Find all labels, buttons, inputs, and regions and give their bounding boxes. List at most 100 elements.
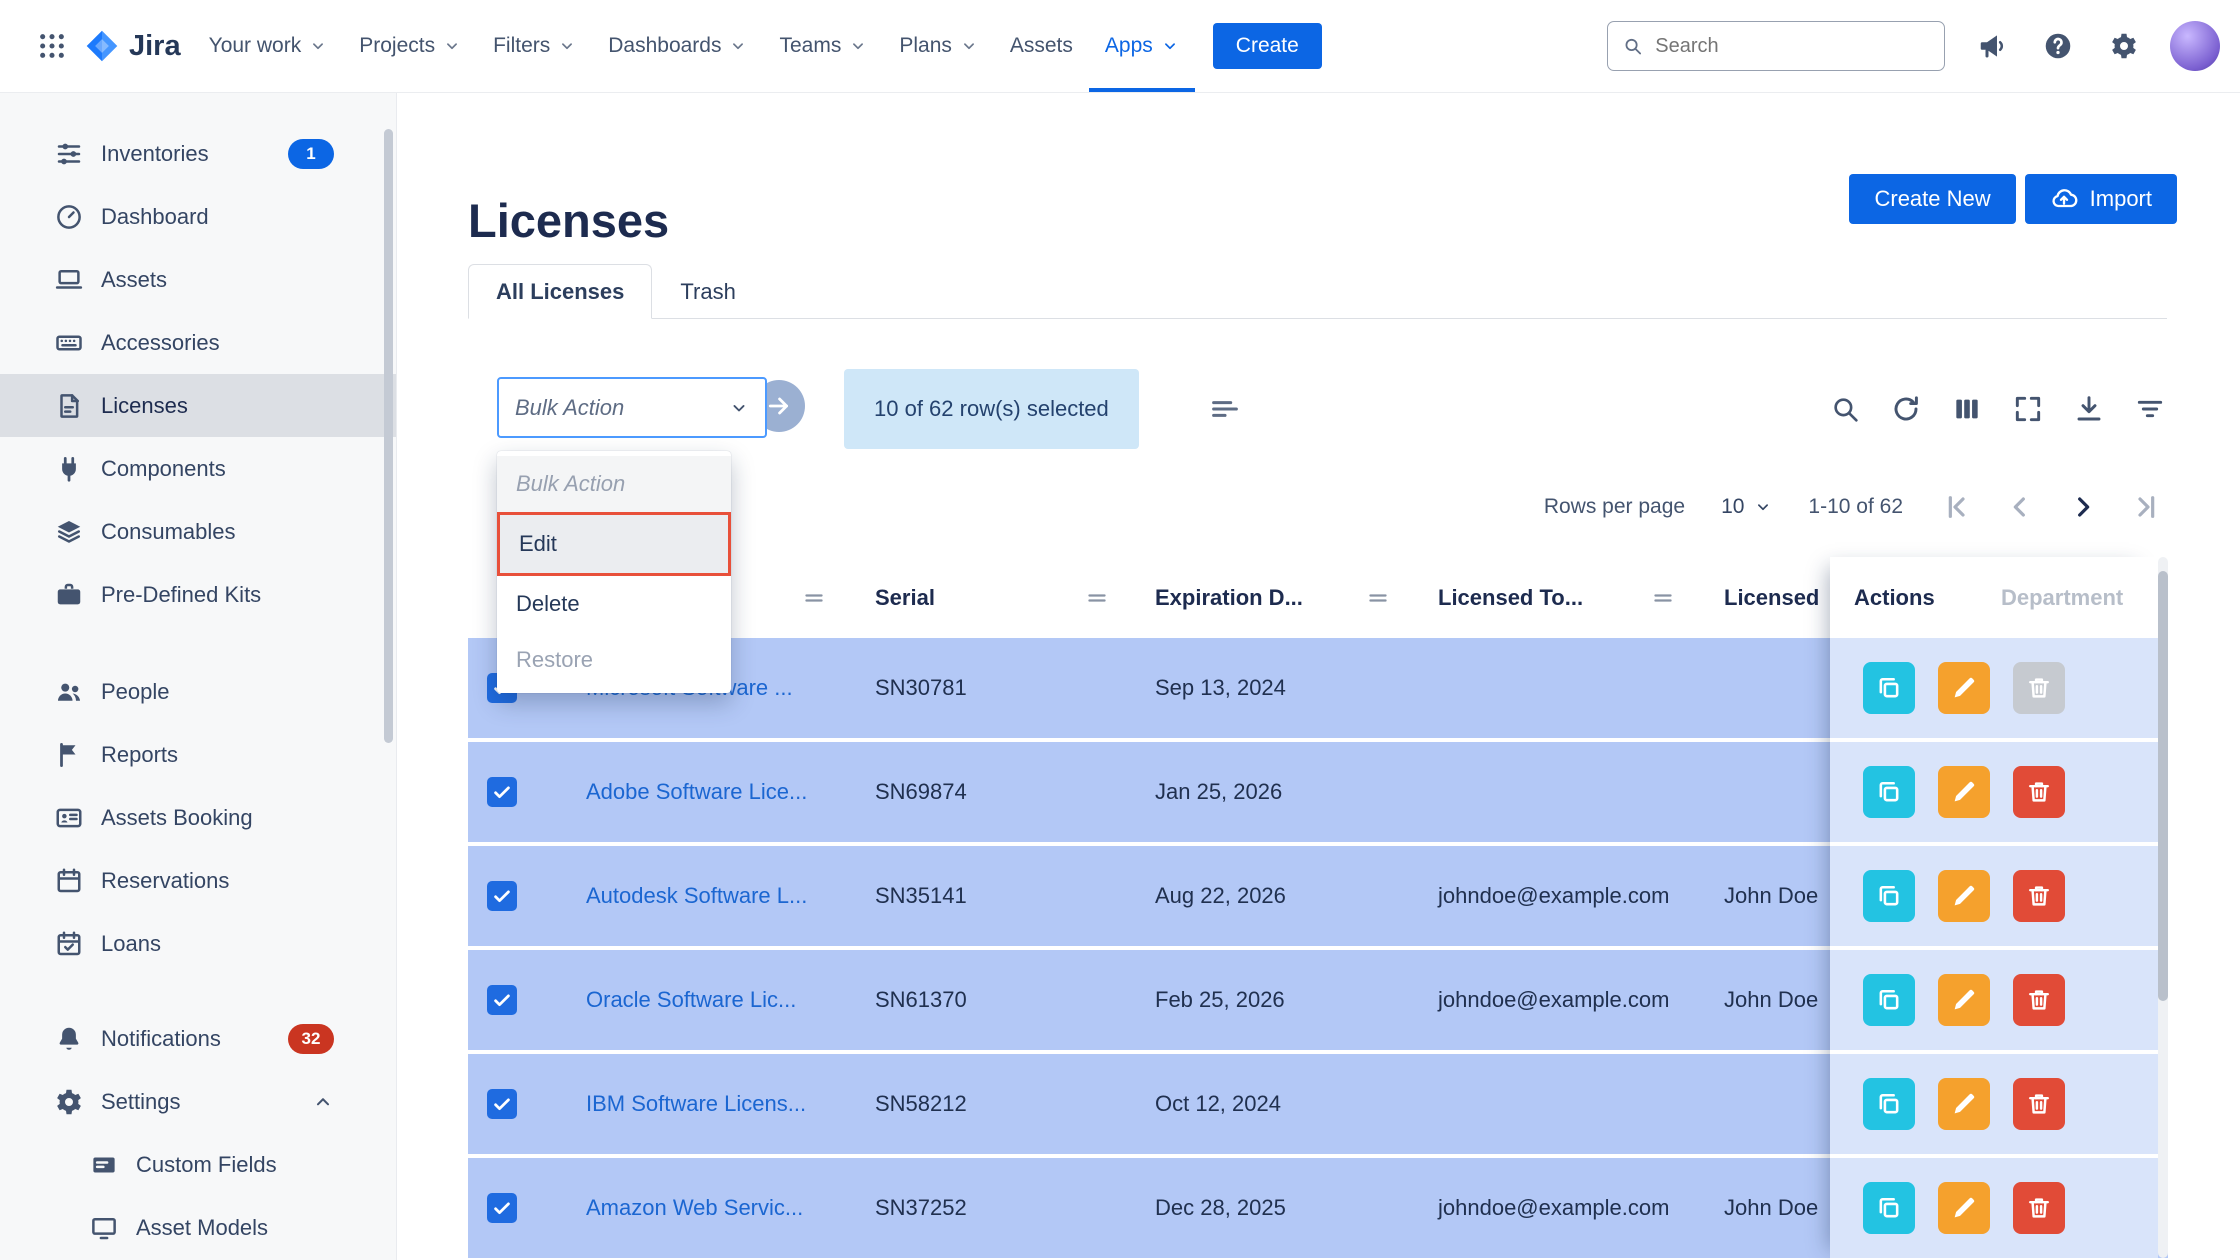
nav-your-work[interactable]: Your work xyxy=(193,0,344,92)
sidebar-item-custom-fields[interactable]: Custom Fields xyxy=(0,1133,396,1196)
duplicate-button[interactable] xyxy=(1863,974,1915,1026)
license-name-link[interactable]: IBM Software Licens... xyxy=(586,1054,806,1154)
row-checkbox[interactable] xyxy=(487,985,517,1015)
duplicate-button[interactable] xyxy=(1863,662,1915,714)
sidebar-item-notifications[interactable]: Notifications 32 xyxy=(0,1007,396,1070)
edit-button[interactable] xyxy=(1938,662,1990,714)
menu-item-delete[interactable]: Delete xyxy=(497,576,731,632)
sidebar-scrollbar[interactable] xyxy=(384,129,393,743)
duplicate-button[interactable] xyxy=(1863,1078,1915,1130)
edit-button[interactable] xyxy=(1938,870,1990,922)
refresh-button[interactable] xyxy=(1889,392,1923,426)
create-new-button[interactable]: Create New xyxy=(1849,174,2015,224)
sidebar-item-reservations[interactable]: Reservations xyxy=(0,849,396,912)
delete-button[interactable] xyxy=(2013,1078,2065,1130)
sidebar-item-predefined-kits[interactable]: Pre-Defined Kits xyxy=(0,563,396,626)
menu-item-edit[interactable]: Edit xyxy=(497,512,731,576)
duplicate-button[interactable] xyxy=(1863,1182,1915,1234)
sidebar-item-inventories[interactable]: Inventories 1 xyxy=(0,122,396,185)
delete-button[interactable] xyxy=(2013,974,2065,1026)
help-button[interactable] xyxy=(2038,26,2078,66)
rows-per-page-select[interactable]: 10 xyxy=(1721,495,1772,519)
delete-button[interactable] xyxy=(2013,766,2065,818)
chevron-up-icon xyxy=(312,1091,334,1113)
delete-button[interactable] xyxy=(2013,870,2065,922)
sort-lines-icon[interactable] xyxy=(1208,392,1242,426)
edit-button[interactable] xyxy=(1938,766,1990,818)
edit-button[interactable] xyxy=(1938,974,1990,1026)
sidebar-item-assets-booking[interactable]: Assets Booking xyxy=(0,786,396,849)
edit-button[interactable] xyxy=(1938,1182,1990,1234)
nav-filters[interactable]: Filters xyxy=(477,0,592,92)
tab-all-licenses[interactable]: All Licenses xyxy=(468,264,652,319)
fullscreen-button[interactable] xyxy=(2011,392,2045,426)
edit-button[interactable] xyxy=(1938,1078,1990,1130)
sidebar-item-reports[interactable]: Reports xyxy=(0,723,396,786)
last-page-button[interactable] xyxy=(2128,489,2164,525)
license-name-link[interactable]: Oracle Software Lic... xyxy=(586,950,796,1050)
app-switcher-icon[interactable] xyxy=(30,24,74,68)
sidebar-item-asset-models[interactable]: Asset Models xyxy=(0,1196,396,1259)
sidebar-item-components[interactable]: Components xyxy=(0,437,396,500)
expiration-cell: Jan 25, 2026 xyxy=(1155,742,1282,842)
column-header-licensed-to[interactable]: Licensed To... xyxy=(1438,557,1583,638)
column-drag-handle-icon[interactable] xyxy=(801,585,827,611)
row-checkbox[interactable] xyxy=(487,1193,517,1223)
nav-plans[interactable]: Plans xyxy=(883,0,994,92)
prev-page-button[interactable] xyxy=(2002,489,2038,525)
avatar[interactable] xyxy=(2170,21,2220,71)
column-drag-handle-icon[interactable] xyxy=(1650,585,1676,611)
sidebar-item-accessories[interactable]: Accessories xyxy=(0,311,396,374)
global-search[interactable] xyxy=(1607,21,1945,71)
column-drag-handle-icon[interactable] xyxy=(1084,585,1110,611)
nav-projects[interactable]: Projects xyxy=(343,0,477,92)
help-icon xyxy=(2042,30,2074,62)
jira-logo[interactable]: Jira xyxy=(84,28,181,64)
search-input[interactable] xyxy=(1653,34,1930,59)
license-name-link[interactable]: Adobe Software Lice... xyxy=(586,742,807,842)
tab-trash[interactable]: Trash xyxy=(652,264,763,319)
nav-teams[interactable]: Teams xyxy=(763,0,883,92)
columns-button[interactable] xyxy=(1950,392,1984,426)
sidebar-item-assets[interactable]: Assets xyxy=(0,248,396,311)
nav-assets[interactable]: Assets xyxy=(994,0,1089,92)
sidebar-item-loans[interactable]: Loans xyxy=(0,912,396,975)
row-checkbox[interactable] xyxy=(487,777,517,807)
duplicate-button[interactable] xyxy=(1863,870,1915,922)
sidebar-item-people[interactable]: People xyxy=(0,660,396,723)
copy-icon xyxy=(1875,986,1903,1014)
sidebar-item-consumables[interactable]: Consumables xyxy=(0,500,396,563)
row-checkbox[interactable] xyxy=(487,1089,517,1119)
copy-icon xyxy=(1875,778,1903,806)
next-page-button[interactable] xyxy=(2065,489,2101,525)
duplicate-button[interactable] xyxy=(1863,766,1915,818)
filter-button[interactable] xyxy=(2133,392,2167,426)
create-button[interactable]: Create xyxy=(1213,23,1322,69)
row-checkbox[interactable] xyxy=(487,881,517,911)
sidebar-item-dashboard[interactable]: Dashboard xyxy=(0,185,396,248)
table-scrollbar-thumb[interactable] xyxy=(2158,571,2168,1001)
bulk-action-select[interactable]: Bulk Action xyxy=(497,377,767,438)
import-button[interactable]: Import xyxy=(2025,174,2177,224)
delete-button[interactable] xyxy=(2013,1182,2065,1234)
expiration-cell: Aug 22, 2026 xyxy=(1155,846,1286,946)
column-header-serial[interactable]: Serial xyxy=(875,557,935,638)
column-header-licensed[interactable]: Licensed xyxy=(1724,557,1819,638)
license-name-link[interactable]: Autodesk Software L... xyxy=(586,846,807,946)
column-drag-handle-icon[interactable] xyxy=(1365,585,1391,611)
download-button[interactable] xyxy=(2072,392,2106,426)
license-name-link[interactable]: Amazon Web Servic... xyxy=(586,1158,803,1258)
column-header-expiration[interactable]: Expiration D... xyxy=(1155,557,1303,638)
sidebar-item-settings[interactable]: Settings xyxy=(0,1070,396,1133)
nav-apps[interactable]: Apps xyxy=(1089,0,1195,92)
pencil-icon xyxy=(1950,882,1978,910)
table-scrollbar[interactable] xyxy=(2158,557,2168,1258)
sidebar-item-licenses[interactable]: Licenses xyxy=(0,374,396,437)
settings-button[interactable] xyxy=(2104,26,2144,66)
table-search-button[interactable] xyxy=(1828,392,1862,426)
delete-button[interactable] xyxy=(2013,662,2065,714)
announcements-button[interactable] xyxy=(1972,26,2012,66)
first-page-button[interactable] xyxy=(1939,489,1975,525)
nav-dashboards[interactable]: Dashboards xyxy=(592,0,763,92)
first-page-icon xyxy=(1941,491,1973,523)
